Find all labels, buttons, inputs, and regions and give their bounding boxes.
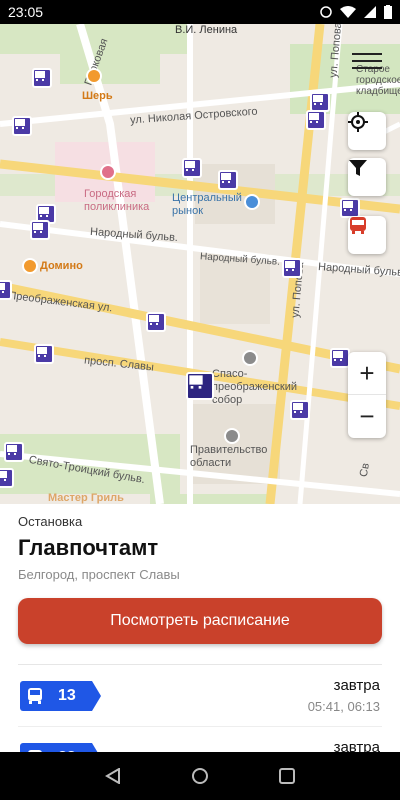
- status-bar: 23:05: [0, 0, 400, 24]
- home-icon[interactable]: [191, 768, 208, 784]
- bus-stop-marker[interactable]: [310, 92, 330, 112]
- zoom-out-button[interactable]: −: [348, 395, 386, 438]
- bus-stop-marker[interactable]: [340, 198, 360, 218]
- bus-stop-marker[interactable]: [146, 312, 166, 332]
- filter-icon: [349, 160, 367, 176]
- zoom-controls: + −: [348, 352, 386, 438]
- bus-stop-marker[interactable]: [12, 116, 32, 136]
- label-polyclinic: Городская поликлиника: [84, 188, 150, 213]
- signal-icon: [364, 6, 376, 18]
- notification-icon: [320, 6, 332, 18]
- map-view[interactable]: В.И. Ленина Парковая ул. Попова Старое г…: [0, 24, 400, 504]
- route-row[interactable]: 13 завтра 05:41, 06:13: [18, 665, 382, 727]
- bus-icon: [28, 688, 42, 704]
- system-icons: [320, 5, 392, 19]
- system-nav-bar: [0, 752, 400, 800]
- bus-stop-marker[interactable]: [0, 280, 12, 300]
- wifi-icon: [340, 6, 356, 18]
- bus-stop-marker[interactable]: [0, 468, 14, 488]
- label-hidden-cafe: Мастер Гриль: [48, 492, 124, 504]
- locate-button[interactable]: [348, 112, 386, 150]
- label-sv: Св: [357, 462, 373, 478]
- government-marker[interactable]: [224, 428, 240, 444]
- bus-stop-marker[interactable]: [182, 158, 202, 178]
- bus-stop-marker[interactable]: [218, 170, 238, 190]
- route-number: 13: [58, 687, 76, 704]
- label-sher: Шерь: [82, 90, 113, 102]
- route-badge: 13: [20, 681, 101, 711]
- zoom-in-button[interactable]: +: [348, 352, 386, 395]
- stop-info-sheet: Остановка Главпочтамт Белгород, проспект…: [0, 504, 400, 789]
- bus-stop-marker[interactable]: [32, 68, 52, 88]
- filter-button[interactable]: [348, 158, 386, 196]
- bus-stop-marker[interactable]: [282, 258, 302, 278]
- bus-stop-marker[interactable]: [306, 110, 326, 130]
- stop-address: Белгород, проспект Славы: [18, 567, 180, 582]
- bus-stop-marker[interactable]: [34, 344, 54, 364]
- label-domino: Домино: [40, 260, 83, 272]
- stop-name: Главпочтамт: [18, 535, 159, 560]
- route-times: 05:41, 06:13: [307, 699, 380, 714]
- clinic-marker[interactable]: [100, 164, 116, 180]
- label-cathedral: Спасо-преображенский собор: [212, 368, 297, 406]
- label-government: Правительство области: [190, 444, 268, 469]
- market-marker[interactable]: [244, 194, 260, 210]
- bus-stop-marker[interactable]: [30, 220, 50, 240]
- recents-icon[interactable]: [278, 768, 295, 784]
- route-day: завтра: [333, 677, 380, 694]
- status-time: 23:05: [8, 4, 44, 20]
- transport-button[interactable]: [348, 216, 386, 254]
- bus-icon: [350, 217, 366, 234]
- bus-stop-marker[interactable]: [330, 348, 350, 368]
- menu-icon: [352, 53, 382, 55]
- stop-type-label: Остановка: [18, 514, 83, 529]
- view-schedule-button[interactable]: Посмотреть расписание: [18, 598, 382, 644]
- label-lenin: В.И. Ленина: [175, 24, 238, 36]
- menu-button[interactable]: [352, 46, 382, 76]
- domino-marker[interactable]: [22, 258, 38, 274]
- battery-icon: [384, 5, 392, 19]
- locate-icon: [348, 112, 368, 132]
- cafe-marker[interactable]: [86, 68, 102, 84]
- back-icon[interactable]: [105, 768, 121, 784]
- bus-stop-marker[interactable]: [4, 442, 24, 462]
- bus-stop-marker[interactable]: [290, 400, 310, 420]
- cathedral-marker[interactable]: [242, 350, 258, 366]
- label-market: Центральный рынок: [172, 192, 242, 217]
- selected-bus-stop-marker[interactable]: [186, 372, 214, 400]
